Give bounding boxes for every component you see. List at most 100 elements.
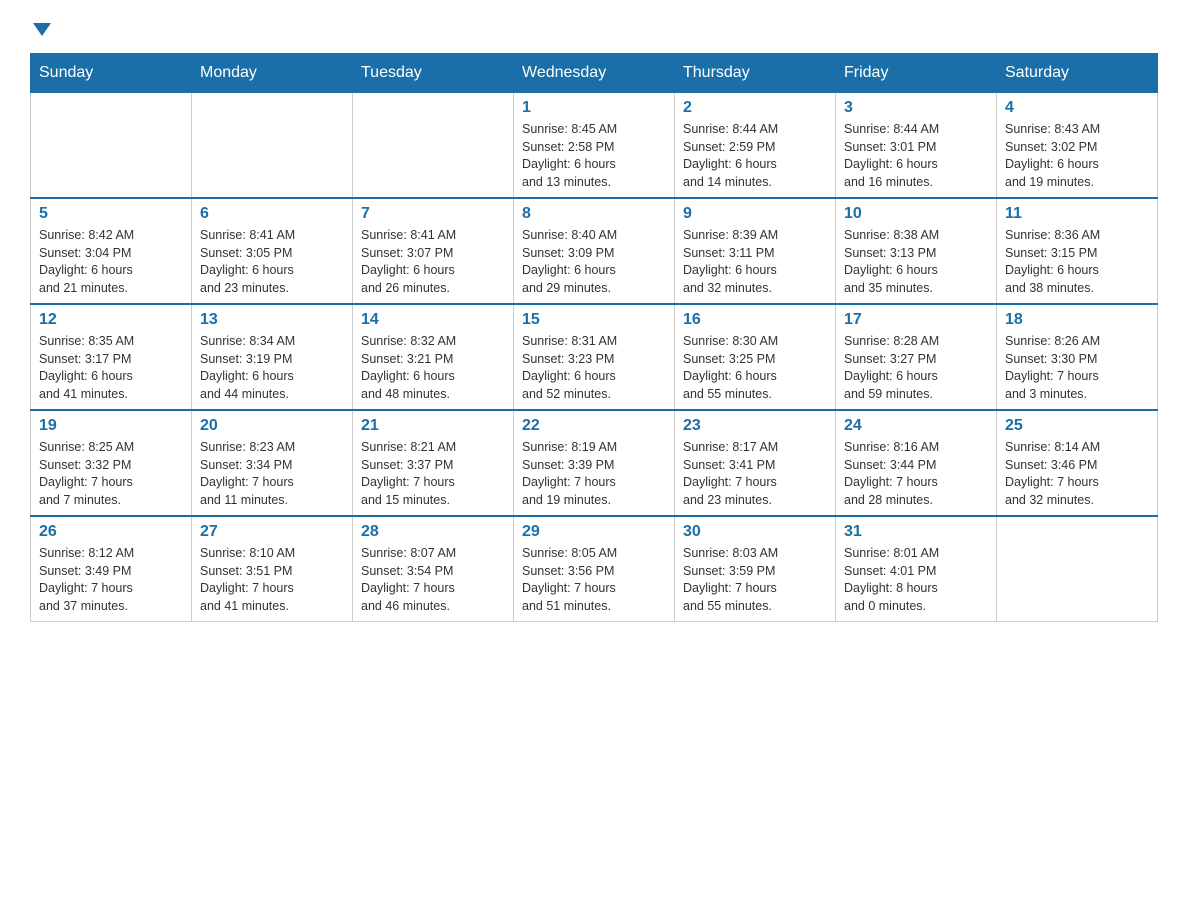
day-info: Sunrise: 8:36 AM Sunset: 3:15 PM Dayligh… <box>1005 227 1149 297</box>
day-info: Sunrise: 8:21 AM Sunset: 3:37 PM Dayligh… <box>361 439 505 509</box>
day-info: Sunrise: 8:26 AM Sunset: 3:30 PM Dayligh… <box>1005 333 1149 403</box>
calendar-cell: 29Sunrise: 8:05 AM Sunset: 3:56 PM Dayli… <box>514 516 675 622</box>
day-info: Sunrise: 8:03 AM Sunset: 3:59 PM Dayligh… <box>683 545 827 615</box>
day-number: 24 <box>844 417 988 435</box>
day-info: Sunrise: 8:42 AM Sunset: 3:04 PM Dayligh… <box>39 227 183 297</box>
day-info: Sunrise: 8:38 AM Sunset: 3:13 PM Dayligh… <box>844 227 988 297</box>
calendar-cell: 23 Sunrise: 8:17 AM Sunset: 3:41 PM Dayli… <box>675 410 836 516</box>
day-number: 19 <box>39 417 183 435</box>
day-info: Sunrise: 8:12 AM Sunset: 3:49 PM Dayligh… <box>39 545 183 615</box>
logo-blue-row <box>30 20 51 33</box>
calendar-cell: 18 Sunrise: 8:26 AM Sunset: 3:30 PM Dayli… <box>997 304 1158 410</box>
day-number: 4 <box>1005 99 1149 117</box>
day-number: 3 <box>844 99 988 117</box>
calendar-week-5: 26 Sunrise: 8:12 AM Sunset: 3:49 PM Dayli… <box>31 516 1158 622</box>
day-number: 14 <box>361 311 505 329</box>
day-info: Sunrise: 8:32 AM Sunset: 3:21 PM Dayligh… <box>361 333 505 403</box>
weekday-header-saturday: Saturday <box>997 54 1158 93</box>
day-number: 31 <box>844 523 988 541</box>
calendar-cell: 15 Sunrise: 8:31 AM Sunset: 3:23 PM Dayli… <box>514 304 675 410</box>
weekday-header-monday: Monday <box>192 54 353 93</box>
day-number: 7 <box>361 205 505 223</box>
day-info: Sunrise: 8:17 AM Sunset: 3:41 PM Dayligh… <box>683 439 827 509</box>
day-number: 30 <box>683 523 827 541</box>
day-number: 23 <box>683 417 827 435</box>
day-info: Sunrise: 8:44 AM Sunset: 2:59 PM Dayligh… <box>683 121 827 191</box>
calendar-cell: 6 Sunrise: 8:41 AM Sunset: 3:05 PM Daylig… <box>192 198 353 304</box>
calendar-cell: 16Sunrise: 8:30 AM Sunset: 3:25 PM Dayli… <box>675 304 836 410</box>
weekday-header-thursday: Thursday <box>675 54 836 93</box>
calendar-cell: 10Sunrise: 8:38 AM Sunset: 3:13 PM Dayli… <box>836 198 997 304</box>
day-number: 18 <box>1005 311 1149 329</box>
calendar-cell: 17Sunrise: 8:28 AM Sunset: 3:27 PM Dayli… <box>836 304 997 410</box>
calendar-cell: 13Sunrise: 8:34 AM Sunset: 3:19 PM Dayli… <box>192 304 353 410</box>
weekday-header-sunday: Sunday <box>31 54 192 93</box>
day-info: Sunrise: 8:01 AM Sunset: 4:01 PM Dayligh… <box>844 545 988 615</box>
day-info: Sunrise: 8:41 AM Sunset: 3:05 PM Dayligh… <box>200 227 344 297</box>
calendar-cell: 12 Sunrise: 8:35 AM Sunset: 3:17 PM Dayli… <box>31 304 192 410</box>
day-number: 16 <box>683 311 827 329</box>
weekday-header-friday: Friday <box>836 54 997 93</box>
day-number: 6 <box>200 205 344 223</box>
calendar-cell: 30 Sunrise: 8:03 AM Sunset: 3:59 PM Dayli… <box>675 516 836 622</box>
day-number: 11 <box>1005 205 1149 223</box>
calendar-table: SundayMondayTuesdayWednesdayThursdayFrid… <box>30 53 1158 622</box>
day-info: Sunrise: 8:40 AM Sunset: 3:09 PM Dayligh… <box>522 227 666 297</box>
calendar-week-1: 1Sunrise: 8:45 AM Sunset: 2:58 PM Daylig… <box>31 93 1158 199</box>
day-number: 15 <box>522 311 666 329</box>
calendar-cell: 14 Sunrise: 8:32 AM Sunset: 3:21 PM Dayli… <box>353 304 514 410</box>
day-info: Sunrise: 8:35 AM Sunset: 3:17 PM Dayligh… <box>39 333 183 403</box>
calendar-cell <box>31 93 192 199</box>
calendar-cell: 26 Sunrise: 8:12 AM Sunset: 3:49 PM Dayli… <box>31 516 192 622</box>
calendar-cell: 31 Sunrise: 8:01 AM Sunset: 4:01 PM Dayli… <box>836 516 997 622</box>
day-number: 1 <box>522 99 666 117</box>
day-number: 2 <box>683 99 827 117</box>
calendar-week-3: 12 Sunrise: 8:35 AM Sunset: 3:17 PM Dayli… <box>31 304 1158 410</box>
day-number: 21 <box>361 417 505 435</box>
day-number: 12 <box>39 311 183 329</box>
day-info: Sunrise: 8:19 AM Sunset: 3:39 PM Dayligh… <box>522 439 666 509</box>
weekday-header-tuesday: Tuesday <box>353 54 514 93</box>
day-number: 26 <box>39 523 183 541</box>
day-info: Sunrise: 8:25 AM Sunset: 3:32 PM Dayligh… <box>39 439 183 509</box>
day-info: Sunrise: 8:31 AM Sunset: 3:23 PM Dayligh… <box>522 333 666 403</box>
logo <box>30 20 51 33</box>
calendar-cell <box>192 93 353 199</box>
day-info: Sunrise: 8:07 AM Sunset: 3:54 PM Dayligh… <box>361 545 505 615</box>
day-info: Sunrise: 8:41 AM Sunset: 3:07 PM Dayligh… <box>361 227 505 297</box>
calendar-cell: 3Sunrise: 8:44 AM Sunset: 3:01 PM Daylig… <box>836 93 997 199</box>
calendar-cell: 1Sunrise: 8:45 AM Sunset: 2:58 PM Daylig… <box>514 93 675 199</box>
calendar-header-row: SundayMondayTuesdayWednesdayThursdayFrid… <box>31 54 1158 93</box>
calendar-cell: 11 Sunrise: 8:36 AM Sunset: 3:15 PM Dayli… <box>997 198 1158 304</box>
day-number: 8 <box>522 205 666 223</box>
calendar-week-4: 19 Sunrise: 8:25 AM Sunset: 3:32 PM Dayli… <box>31 410 1158 516</box>
calendar-cell: 27 Sunrise: 8:10 AM Sunset: 3:51 PM Dayli… <box>192 516 353 622</box>
calendar-cell <box>353 93 514 199</box>
day-number: 17 <box>844 311 988 329</box>
day-number: 5 <box>39 205 183 223</box>
weekday-header-wednesday: Wednesday <box>514 54 675 93</box>
calendar-cell: 20Sunrise: 8:23 AM Sunset: 3:34 PM Dayli… <box>192 410 353 516</box>
calendar-cell: 22 Sunrise: 8:19 AM Sunset: 3:39 PM Dayli… <box>514 410 675 516</box>
day-info: Sunrise: 8:43 AM Sunset: 3:02 PM Dayligh… <box>1005 121 1149 191</box>
calendar-cell: 25Sunrise: 8:14 AM Sunset: 3:46 PM Dayli… <box>997 410 1158 516</box>
calendar-cell: 7 Sunrise: 8:41 AM Sunset: 3:07 PM Daylig… <box>353 198 514 304</box>
calendar-week-2: 5 Sunrise: 8:42 AM Sunset: 3:04 PM Daylig… <box>31 198 1158 304</box>
calendar-cell: 9Sunrise: 8:39 AM Sunset: 3:11 PM Daylig… <box>675 198 836 304</box>
day-info: Sunrise: 8:16 AM Sunset: 3:44 PM Dayligh… <box>844 439 988 509</box>
day-number: 22 <box>522 417 666 435</box>
calendar-cell: 8 Sunrise: 8:40 AM Sunset: 3:09 PM Daylig… <box>514 198 675 304</box>
day-number: 13 <box>200 311 344 329</box>
calendar-cell: 19 Sunrise: 8:25 AM Sunset: 3:32 PM Dayli… <box>31 410 192 516</box>
calendar-cell: 2 Sunrise: 8:44 AM Sunset: 2:59 PM Daylig… <box>675 93 836 199</box>
day-number: 27 <box>200 523 344 541</box>
calendar-cell: 28 Sunrise: 8:07 AM Sunset: 3:54 PM Dayli… <box>353 516 514 622</box>
calendar-cell: 21 Sunrise: 8:21 AM Sunset: 3:37 PM Dayli… <box>353 410 514 516</box>
logo-triangle-icon <box>33 23 51 36</box>
day-number: 29 <box>522 523 666 541</box>
day-number: 25 <box>1005 417 1149 435</box>
calendar-cell: 4 Sunrise: 8:43 AM Sunset: 3:02 PM Daylig… <box>997 93 1158 199</box>
day-number: 28 <box>361 523 505 541</box>
page-header <box>30 20 1158 33</box>
day-info: Sunrise: 8:10 AM Sunset: 3:51 PM Dayligh… <box>200 545 344 615</box>
